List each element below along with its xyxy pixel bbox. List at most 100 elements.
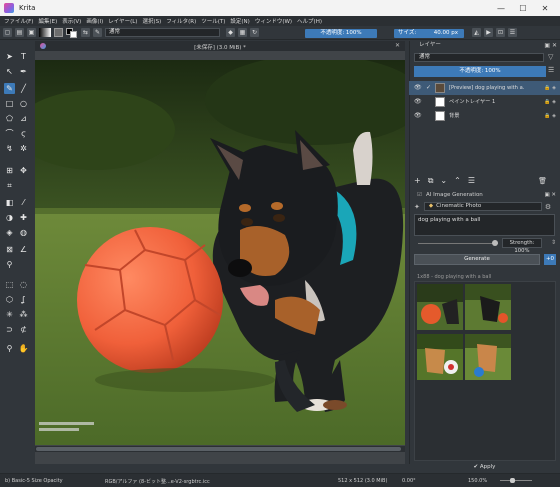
multibrush-icon[interactable]: ✲ (18, 143, 29, 154)
menu-file[interactable]: ファイル(F) (4, 17, 33, 25)
spinbox-arrows-icon[interactable]: ⇕ (551, 239, 556, 246)
workspace-icon[interactable]: ☰ (508, 28, 517, 37)
strength-track[interactable] (418, 243, 498, 244)
generate-button[interactable]: Generate (414, 254, 540, 265)
reload-preset-icon[interactable]: ↻ (250, 28, 259, 37)
size-slider[interactable]: サイズ: 40.00 px (394, 29, 464, 38)
line-tool-icon[interactable]: ╱ (18, 83, 29, 94)
assistant-tool-icon[interactable]: ⊠ (4, 244, 15, 255)
ellipse-tool-icon[interactable]: ○ (18, 98, 29, 109)
menu-edit[interactable]: 編集(E) (38, 17, 57, 25)
magnetic-select-icon[interactable]: ⊄ (18, 324, 29, 335)
colorize-mask-icon[interactable]: ◑ (4, 212, 15, 223)
menu-tools[interactable]: ツール(T) (201, 17, 225, 25)
menu-window[interactable]: ウィンドウ(W) (255, 17, 292, 25)
layer-row[interactable]: 👁 ✓ [Preview] dog playing with a... 🔒 ◈ (409, 81, 560, 95)
brush-tool-icon[interactable]: ✎ (4, 83, 15, 94)
settings-gear-icon[interactable]: ⚙ (545, 203, 551, 211)
zoom-slider-handle[interactable] (510, 478, 515, 483)
menu-help[interactable]: ヘルプ(H) (297, 17, 322, 25)
zoom-slider[interactable] (500, 480, 532, 481)
new-document-icon[interactable]: ▢ (3, 28, 12, 37)
rotation-status[interactable]: 0.00° (402, 478, 416, 484)
smart-patch-icon[interactable]: ✚ (18, 212, 29, 223)
text-tool-icon[interactable]: T (18, 51, 29, 62)
layer-filter-icon[interactable]: ▽ (548, 53, 553, 61)
rect-select-icon[interactable]: ⬚ (4, 279, 15, 290)
result-thumbnail[interactable] (465, 284, 511, 330)
polygon-select-icon[interactable]: ⬡ (4, 294, 15, 305)
layer-row[interactable]: 👁 背景 🔒 ◈ (409, 109, 560, 123)
layer-lock-icon[interactable]: 🔒 ◈ (544, 81, 556, 95)
measure-tool-icon[interactable]: ∠ (18, 244, 29, 255)
freehand-select-icon[interactable]: ʆ (18, 294, 29, 305)
fg-bg-color-selector[interactable] (66, 27, 78, 38)
select-shapes-icon[interactable]: ➤ (4, 51, 15, 62)
docker-controls-icon[interactable]: ▣ ✕ (544, 190, 556, 200)
prompt-input[interactable]: dog playing with a ball (414, 214, 555, 236)
menu-image[interactable]: 画像(I) (86, 17, 103, 25)
eraser-icon[interactable]: ◆ (226, 28, 235, 37)
freehand-path-icon[interactable]: ϛ (18, 128, 29, 139)
add-layer-icon[interactable]: + (414, 176, 421, 185)
contiguous-select-icon[interactable]: ✳ (4, 309, 15, 320)
queue-count-button[interactable]: +0 (544, 254, 556, 265)
menu-filter[interactable]: フィルタ(R) (166, 17, 196, 25)
crop-tool-icon[interactable]: ⌗ (4, 180, 15, 191)
gradient-swatch[interactable] (39, 28, 51, 37)
calligraphy-icon[interactable]: ✒ (18, 66, 29, 77)
polygon-tool-icon[interactable]: ⬠ (4, 113, 15, 124)
menu-select[interactable]: 選択(S) (142, 17, 161, 25)
polyline-tool-icon[interactable]: ⊿ (18, 113, 29, 124)
layer-lock-icon[interactable]: 🔒 ◈ (544, 95, 556, 109)
maximize-button[interactable]: ☐ (512, 4, 534, 13)
zoom-status[interactable]: 150.0% (468, 478, 487, 484)
menu-layer[interactable]: レイヤー(L) (108, 17, 137, 25)
enclose-fill-icon[interactable]: ◍ (18, 227, 29, 238)
pan-tool-icon[interactable]: ✋ (18, 343, 29, 354)
color-profile-status[interactable]: RGB/アルファ (8-ビット整...e-V2-srgbtrc.icc (105, 478, 210, 485)
mirror-icon[interactable]: ◭ (472, 28, 481, 37)
open-document-icon[interactable]: ▤ (15, 28, 24, 37)
visibility-icon[interactable]: 👁 (414, 95, 422, 109)
document-tab[interactable]: [未保存] (3.0 MiB) * ✕ (35, 41, 405, 51)
style-select[interactable]: ◆ Cinematic Photo (423, 202, 542, 211)
ai-settings-icon[interactable]: ✦ (414, 203, 420, 211)
layer-opacity-slider[interactable]: 不透明度: 100% (414, 66, 546, 77)
pattern-swatch[interactable] (54, 28, 63, 37)
move-tool-icon[interactable]: ✥ (18, 165, 29, 176)
edit-shapes-icon[interactable]: ↖ (4, 66, 15, 77)
brush-preset-status[interactable]: b) Basic-5 Size Opacity (5, 478, 63, 484)
reference-tool-icon[interactable]: ⚲ (4, 259, 15, 270)
result-thumbnail[interactable] (417, 334, 463, 380)
move-down-icon[interactable]: ⌄ (440, 176, 447, 185)
duplicate-layer-icon[interactable]: ⧉ (428, 176, 434, 186)
strength-slider-handle[interactable] (492, 240, 498, 246)
menu-settings[interactable]: 設定(N) (230, 17, 249, 25)
layer-menu-icon[interactable]: ☰ (548, 66, 554, 74)
visibility-icon[interactable]: 👁 (414, 109, 422, 123)
similar-select-icon[interactable]: ⁂ (18, 309, 29, 320)
docker-controls-icon[interactable]: ▣ ✕ (544, 41, 557, 50)
bezier-tool-icon[interactable]: ⌒ (4, 128, 15, 139)
canvas-image[interactable] (35, 60, 405, 445)
gradient-tool-icon[interactable]: ◧ (4, 197, 15, 208)
ellipse-select-icon[interactable]: ◌ (18, 279, 29, 290)
result-thumbnail[interactable] (465, 334, 511, 380)
move-up-icon[interactable]: ⌃ (454, 176, 461, 185)
bezier-select-icon[interactable]: ⊃ (4, 324, 15, 335)
blend-mode-select[interactable]: 通常 (105, 28, 220, 37)
close-document-icon[interactable]: ✕ (395, 42, 400, 49)
minimize-button[interactable]: — (490, 4, 512, 13)
layer-properties-icon[interactable]: ☰ (468, 176, 475, 185)
canvas-scrollbar[interactable] (35, 446, 405, 452)
strength-value[interactable]: Strength: 100% (502, 238, 542, 254)
save-icon[interactable]: ▣ (27, 28, 36, 37)
brush-preset-icon[interactable]: ✎ (93, 28, 102, 37)
opacity-slider[interactable]: 不透明度: 100% (305, 29, 377, 38)
fill-tool-icon[interactable]: ◈ (4, 227, 15, 238)
rectangle-tool-icon[interactable]: □ (4, 98, 15, 109)
apply-button[interactable]: ✔ Apply (409, 462, 560, 472)
wrap-around-icon[interactable]: ▶ (484, 28, 493, 37)
alpha-lock-icon[interactable]: ▦ (238, 28, 247, 37)
